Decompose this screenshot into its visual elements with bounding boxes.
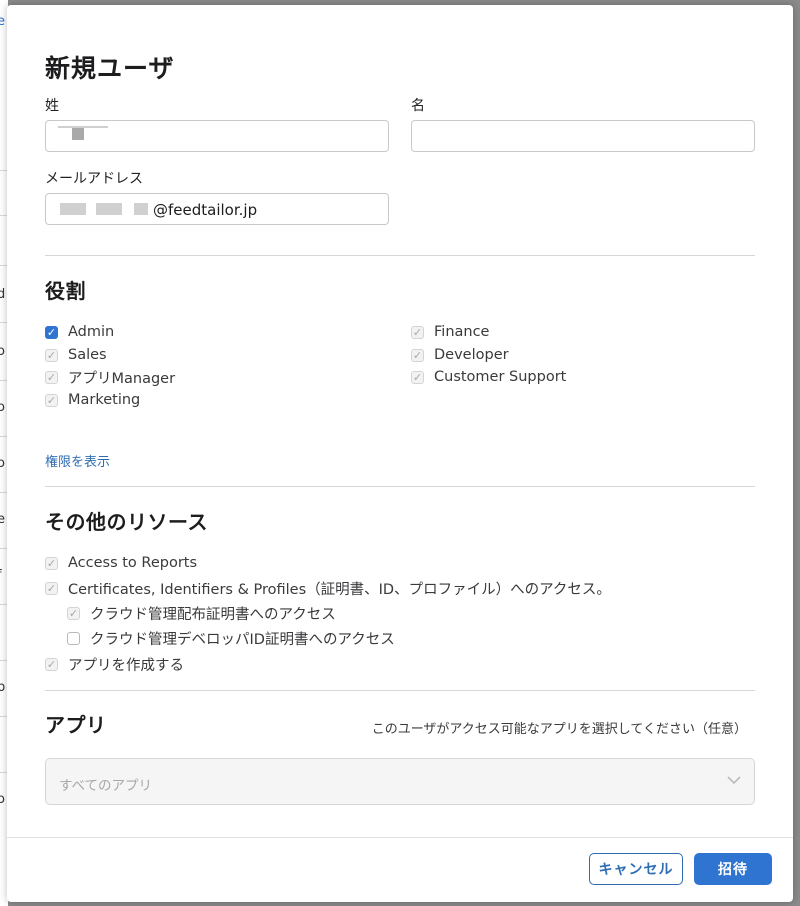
background-text: o xyxy=(0,344,5,359)
role-label: Marketing xyxy=(68,392,141,408)
resource-label: クラウド管理配布証明書へのアクセス xyxy=(90,606,336,623)
background-text: e xyxy=(0,512,5,527)
role-label: Admin xyxy=(68,324,115,340)
role-label: Finance xyxy=(434,324,490,340)
background-text: d xyxy=(0,287,6,302)
role-admin-checkbox[interactable]: ✓ Admin xyxy=(45,323,114,341)
resource-label: Access to Reports xyxy=(68,555,198,571)
resource-label: アプリを作成する xyxy=(68,657,184,674)
apps-select-value: すべてのアプリ xyxy=(59,778,153,794)
role-sales-checkbox[interactable]: ✓ Sales xyxy=(45,346,107,364)
section-divider xyxy=(45,486,755,487)
check-icon[interactable]: ✓ xyxy=(45,393,58,407)
invite-button[interactable]: 招待 xyxy=(694,853,772,885)
role-developer-checkbox[interactable]: ✓ Developer xyxy=(411,346,509,364)
check-icon[interactable]: ✓ xyxy=(411,348,424,362)
chevron-down-icon xyxy=(727,776,741,785)
resource-reports-checkbox[interactable]: ✓ Access to Reports xyxy=(45,554,197,572)
apps-heading: アプリ xyxy=(45,713,107,737)
resources-heading: その他のリソース xyxy=(45,510,208,534)
footer-divider xyxy=(7,837,793,838)
apps-select[interactable]: すべてのアプリ xyxy=(45,758,755,805)
last-name-input[interactable] xyxy=(45,120,389,152)
email-domain-text: @feedtailor.jp xyxy=(153,201,258,219)
role-finance-checkbox[interactable]: ✓ Finance xyxy=(411,323,489,341)
background-text: i xyxy=(0,736,1,751)
redacted-text xyxy=(72,128,84,140)
redacted-text xyxy=(134,203,148,215)
role-customer-support-checkbox[interactable]: ✓ Customer Support xyxy=(411,368,566,386)
apps-hint-text: このユーザがアクセス可能なアプリを選択してください（任意） xyxy=(371,722,747,737)
role-label: Developer xyxy=(434,347,509,363)
role-label: アプリManager xyxy=(68,370,176,387)
first-name-label: 名 xyxy=(411,98,425,114)
background-text: f xyxy=(0,568,2,583)
background-text: j xyxy=(0,624,1,639)
checkbox-empty[interactable]: ✓ xyxy=(67,631,80,645)
section-divider xyxy=(45,255,755,256)
role-label: Customer Support xyxy=(434,369,567,385)
resource-cloud-distribution-checkbox[interactable]: ✓ クラウド管理配布証明書へのアクセス xyxy=(67,604,336,623)
background-text: p xyxy=(0,680,6,695)
show-permissions-link[interactable]: 権限を表示 xyxy=(45,451,110,470)
role-marketing-checkbox[interactable]: ✓ Marketing xyxy=(45,391,140,409)
background-text: e xyxy=(0,14,5,29)
last-name-label: 姓 xyxy=(45,98,59,114)
new-user-dialog: 新規ユーザ 姓 名 メールアドレス @feedtailor.jp 役割 ✓ Ad… xyxy=(7,5,793,902)
background-text: o xyxy=(0,456,5,471)
check-icon[interactable]: ✓ xyxy=(45,348,58,362)
redacted-text xyxy=(96,203,122,215)
roles-heading: 役割 xyxy=(45,279,86,303)
check-icon[interactable]: ✓ xyxy=(45,370,58,384)
email-label: メールアドレス xyxy=(45,171,143,187)
resource-label: Certificates, Identifiers & Profiles（証明書… xyxy=(68,581,611,598)
check-icon[interactable]: ✓ xyxy=(45,325,58,339)
redacted-text xyxy=(60,203,86,215)
role-label: Sales xyxy=(68,347,107,363)
check-icon[interactable]: ✓ xyxy=(45,556,58,570)
check-icon[interactable]: ✓ xyxy=(411,325,424,339)
background-text: o xyxy=(0,400,5,415)
check-icon[interactable]: ✓ xyxy=(67,606,80,620)
dialog-title: 新規ユーザ xyxy=(45,54,175,83)
check-icon[interactable]: ✓ xyxy=(45,581,58,595)
background-text: o xyxy=(0,792,5,807)
cancel-button[interactable]: キャンセル xyxy=(589,853,683,885)
check-icon[interactable]: ✓ xyxy=(45,657,58,671)
resource-create-apps-checkbox[interactable]: ✓ アプリを作成する xyxy=(45,655,184,674)
resource-certificates-checkbox[interactable]: ✓ Certificates, Identifiers & Profiles（証… xyxy=(45,579,611,598)
role-app-manager-checkbox[interactable]: ✓ アプリManager xyxy=(45,368,176,387)
section-divider xyxy=(45,690,755,691)
resource-cloud-developer-id-checkbox[interactable]: ✓ クラウド管理デベロッパID証明書へのアクセス xyxy=(67,629,395,648)
first-name-input[interactable] xyxy=(411,120,755,152)
check-icon[interactable]: ✓ xyxy=(411,370,424,384)
resource-label: クラウド管理デベロッパID証明書へのアクセス xyxy=(90,631,395,648)
email-input[interactable]: @feedtailor.jp xyxy=(45,193,389,225)
